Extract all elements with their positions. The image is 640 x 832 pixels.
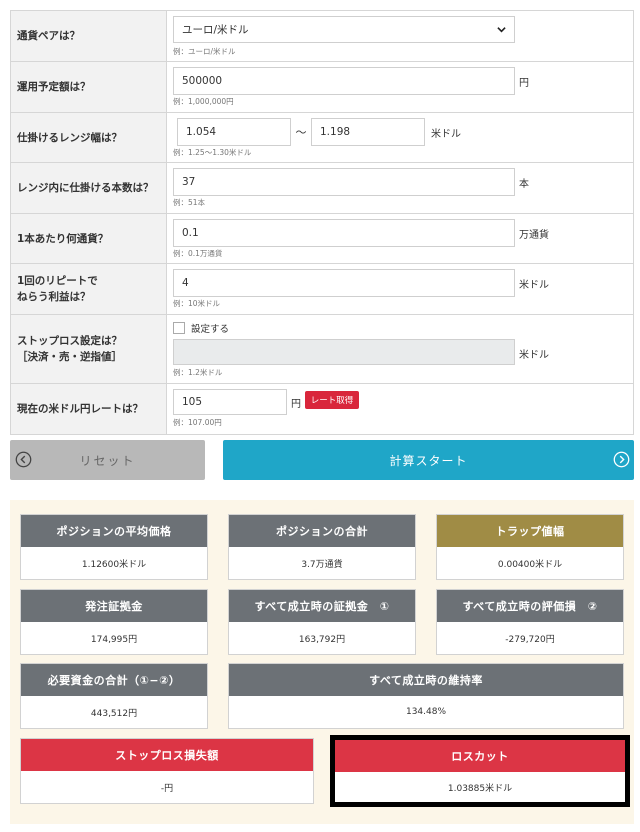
row-lot: 1本あたり何通貨？ 0.1 万通貨 例：0.1万通貨: [10, 214, 634, 264]
card-avg-price: ポジションの平均価格 1.12600米ドル: [20, 514, 208, 580]
hint-stoploss: 例：1.2米ドル: [173, 368, 223, 377]
rate-input[interactable]: 105: [173, 389, 287, 415]
card-avg-price-value: 1.12600米ドル: [81, 559, 147, 570]
label-profit-line2: ねらう利益は？: [17, 291, 91, 303]
profit-unit: 米ドル: [519, 280, 549, 291]
hint-profit: 例：10米ドル: [173, 299, 221, 308]
calculate-button[interactable]: 計算スタート: [223, 440, 634, 480]
card-position-total-value: 3.7万通貨: [301, 559, 343, 570]
card-losscut-value: 1.03885米ドル: [447, 783, 513, 794]
row-profit: 1回のリピートで ねらう利益は？ 4 米ドル 例：10米ドル: [10, 264, 634, 315]
card-filled-loss: すべて成立時の評価損 ② -279,720円: [436, 589, 624, 655]
card-required-funds: 必要資金の合計（①−②） 443,512円: [20, 663, 208, 729]
budget-unit: 円: [519, 78, 529, 89]
stoploss-input[interactable]: [173, 339, 515, 365]
budget-input[interactable]: 500000: [173, 67, 515, 95]
card-filled-loss-title: すべて成立時の評価損 ②: [437, 590, 623, 622]
reset-button[interactable]: リセット: [10, 440, 205, 480]
calculate-button-label: 計算スタート: [389, 453, 468, 468]
card-filled-margin-title: すべて成立時の証拠金 ①: [229, 590, 415, 622]
card-losscut-title: ロスカット: [335, 740, 625, 772]
card-maintenance-ratio-title: すべて成立時の維持率: [229, 664, 623, 696]
label-range: 仕掛けるレンジ幅は？: [11, 113, 167, 162]
row-stoploss: ストップロス設定は？ ［決済・売・逆指値］ 設定する 米ドル 例：1.2米ドル: [10, 315, 634, 384]
card-trap-width-title: トラップ値幅: [437, 515, 623, 547]
row-range: 仕掛けるレンジ幅は？ 1.054 〜 1.198 米ドル 例：1.25〜1.30…: [10, 113, 634, 163]
chevron-right-circle-icon: [613, 451, 630, 468]
label-profit-line1: 1回のリピートで: [17, 275, 98, 287]
label-stoploss-line2: ［決済・売・逆指値］: [17, 351, 122, 363]
card-stoploss-amount-title: ストップロス損失額: [21, 739, 313, 771]
label-budget: 運用予定額は？: [11, 62, 167, 112]
hint-currency-pair: 例：ユーロ/米ドル: [173, 47, 236, 56]
card-trap-width: トラップ値幅 0.00400米ドル: [436, 514, 624, 580]
row-budget: 運用予定額は？ 500000 円 例：1,000,000円: [10, 62, 634, 113]
card-trap-width-value: 0.00400米ドル: [497, 559, 563, 570]
row-count: レンジ内に仕掛ける本数は？ 37 本 例：51本: [10, 163, 634, 214]
results-panel: ポジションの平均価格 1.12600米ドル ポジションの合計 3.7万通貨 トラ…: [10, 500, 634, 824]
card-order-margin-value: 174,995円: [90, 634, 138, 645]
hint-budget: 例：1,000,000円: [173, 97, 234, 106]
card-avg-price-title: ポジションの平均価格: [21, 515, 207, 547]
hint-count: 例：51本: [173, 198, 206, 207]
card-filled-margin-value: 163,792円: [298, 634, 346, 645]
stoploss-checkbox[interactable]: [173, 322, 185, 334]
hint-range: 例：1.25〜1.30米ドル: [173, 148, 252, 157]
card-maintenance-ratio: すべて成立時の維持率 134.48%: [228, 663, 624, 729]
card-maintenance-ratio-value: 134.48%: [405, 707, 447, 717]
card-filled-loss-value: -279,720円: [505, 634, 555, 645]
label-currency-pair: 通貨ペアは？: [11, 11, 167, 61]
get-rate-button[interactable]: レート取得: [305, 391, 359, 409]
card-required-funds-value: 443,512円: [90, 708, 138, 719]
hint-rate: 例：107.00円: [173, 418, 222, 427]
label-lot: 1本あたり何通貨？: [11, 214, 167, 263]
card-order-margin: 発注証拠金 174,995円: [20, 589, 208, 655]
label-rate: 現在の米ドル円レートは？: [11, 384, 167, 434]
range-to-input[interactable]: 1.198: [311, 118, 425, 146]
stoploss-checkbox-label[interactable]: 設定する: [191, 321, 229, 335]
card-filled-margin: すべて成立時の証拠金 ① 163,792円: [228, 589, 416, 655]
rate-unit: 円: [291, 399, 301, 410]
lot-input[interactable]: 0.1: [173, 219, 515, 247]
lot-unit: 万通貨: [519, 230, 549, 241]
simulation-form: 通貨ペアは？ ユーロ/米ドル 例：ユーロ/米ドル 運用予定額は？ 500000 …: [10, 10, 634, 435]
range-separator: 〜: [295, 126, 307, 139]
stoploss-unit: 米ドル: [519, 350, 549, 361]
card-order-margin-title: 発注証拠金: [21, 590, 207, 622]
hint-lot: 例：0.1万通貨: [173, 249, 223, 258]
row-rate: 現在の米ドル円レートは？ 105 円 レート取得 例：107.00円: [10, 384, 634, 435]
row-currency-pair: 通貨ペアは？ ユーロ/米ドル 例：ユーロ/米ドル: [10, 11, 634, 62]
range-from-input[interactable]: 1.054: [177, 118, 291, 146]
currency-pair-select[interactable]: ユーロ/米ドル: [173, 16, 515, 43]
profit-input[interactable]: 4: [173, 269, 515, 297]
chevron-down-icon: [497, 27, 506, 33]
card-stoploss-amount-value: -円: [160, 783, 174, 794]
label-count: レンジ内に仕掛ける本数は？: [11, 163, 167, 213]
chevron-left-circle-icon: [15, 451, 32, 468]
reset-button-label: リセット: [79, 453, 136, 468]
card-stoploss-amount: ストップロス損失額 -円: [20, 738, 314, 804]
label-stoploss-line1: ストップロス設定は？: [17, 335, 122, 347]
card-required-funds-title: 必要資金の合計（①−②）: [21, 664, 207, 696]
currency-pair-value: ユーロ/米ドル: [182, 24, 249, 36]
range-unit: 米ドル: [431, 128, 461, 140]
card-position-total-title: ポジションの合計: [229, 515, 415, 547]
card-position-total: ポジションの合計 3.7万通貨: [228, 514, 416, 580]
card-losscut: ロスカット 1.03885米ドル: [330, 735, 630, 807]
count-unit: 本: [519, 179, 529, 190]
count-input[interactable]: 37: [173, 168, 515, 196]
